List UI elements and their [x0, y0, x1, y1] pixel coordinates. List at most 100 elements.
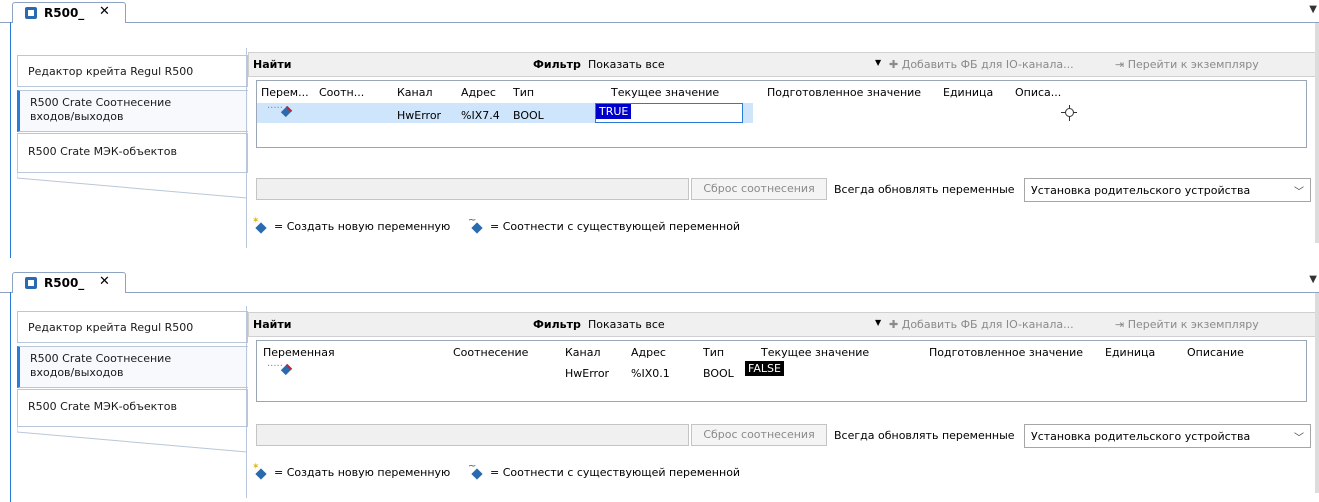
always-update-value: Установка родительского устройства	[1031, 184, 1251, 197]
document-tab[interactable]: R500_ ✕	[12, 272, 126, 293]
io-mapping-content: Найти Фильтр Показать все ▼ ✚ Добавить Ф…	[248, 312, 1319, 502]
editor-panel-2: R500_ ✕ ▼ Редактор крейта Regul R500 R50…	[0, 270, 1319, 502]
chevron-down-icon[interactable]: ▼	[1309, 4, 1317, 15]
io-mapping-content: Найти Фильтр Показать все ▼ ✚ Добавить Ф…	[248, 52, 1319, 258]
column-header-variable[interactable]: Перем...	[261, 86, 309, 99]
column-header-prepared-value[interactable]: Подготовленное значение	[929, 346, 1083, 359]
column-header-current-value[interactable]: Текущее значение	[611, 86, 719, 99]
legend-map-text: = Соотнести с существующей переменной	[490, 220, 741, 233]
column-header-mapping[interactable]: Соотнесение	[453, 346, 528, 359]
document-tab-title: R500_	[44, 6, 85, 20]
crosshair-cursor-icon	[1061, 105, 1077, 121]
toolbar: Найти Фильтр Показать все ▼ ✚ Добавить Ф…	[248, 52, 1316, 77]
legend-create-text: = Создать новую переменную	[274, 466, 451, 479]
sidebar-item-label: R500 Crate Соотнесение входов/выходов	[30, 96, 172, 123]
goto-instance-label: Перейти к экземпляру	[1127, 58, 1259, 71]
scrollbar[interactable]	[1315, 23, 1319, 243]
chevron-down-icon: ﹀	[1294, 187, 1304, 198]
filter-select[interactable]: Показать все	[584, 55, 874, 73]
filter-label: Фильтр	[533, 58, 581, 71]
panel-border	[10, 22, 11, 258]
filter-label: Фильтр	[533, 318, 581, 331]
goto-instance-button[interactable]: ⇥ Перейти к экземпляру	[1115, 58, 1259, 71]
sidebar-item-io-mapping[interactable]: R500 Crate Соотнесение входов/выходов	[17, 346, 250, 388]
column-header-unit[interactable]: Единица	[1105, 346, 1155, 359]
find-label[interactable]: Найти	[253, 318, 291, 331]
create-variable-icon	[252, 462, 268, 479]
sidebar-item-label: Редактор крейта Regul R500	[28, 321, 194, 334]
close-icon[interactable]: ✕	[99, 274, 110, 289]
column-header-current-value[interactable]: Текущее значение	[761, 346, 869, 359]
sidebar-item-label: R500 Crate МЭК-объектов	[28, 400, 177, 413]
always-update-label: Всегда обновлять переменные	[834, 183, 1015, 196]
reset-mapping-button[interactable]: Сброс соотнесения	[691, 178, 827, 200]
column-header-description[interactable]: Описа...	[1015, 86, 1061, 99]
add-fb-label: Добавить ФБ для IO-канала...	[901, 318, 1074, 331]
cell-type: BOOL	[513, 109, 544, 122]
goto-instance-label: Перейти к экземпляру	[1127, 318, 1259, 331]
always-update-select[interactable]: Установка родительского устройства ﹀	[1024, 178, 1311, 202]
column-header-channel[interactable]: Канал	[397, 86, 433, 99]
always-update-select[interactable]: Установка родительского устройства ﹀	[1024, 424, 1311, 448]
sidebar-tail	[17, 170, 248, 199]
chevron-down-icon[interactable]: ▼	[1309, 274, 1317, 285]
device-icon	[25, 277, 37, 289]
column-header-type[interactable]: Тип	[513, 86, 534, 99]
cell-type: BOOL	[703, 367, 734, 380]
device-icon	[25, 7, 37, 19]
always-update-value: Установка родительского устройства	[1031, 430, 1251, 443]
close-icon[interactable]: ✕	[99, 4, 110, 19]
sidebar-item-io-mapping[interactable]: R500 Crate Соотнесение входов/выходов	[17, 90, 250, 132]
sidebar-item-label: Редактор крейта Regul R500	[28, 65, 194, 78]
mapping-icon[interactable]	[267, 361, 291, 375]
current-value-text: FALSE	[745, 361, 784, 376]
sidebar-divider	[246, 306, 247, 498]
cell-address: %IX7.4	[461, 109, 500, 122]
document-tab-title: R500_	[44, 276, 85, 290]
column-header-variable[interactable]: Переменная	[263, 346, 335, 359]
sidebar-item-iec-objects[interactable]: R500 Crate МЭК-объектов	[17, 133, 248, 173]
map-variable-icon	[468, 215, 484, 233]
panel-separator	[0, 258, 1319, 270]
toolbar: Найти Фильтр Показать все ▼ ✚ Добавить Ф…	[248, 312, 1316, 337]
cell-channel: HwError	[397, 109, 442, 122]
scrollbar[interactable]	[1315, 293, 1319, 493]
always-update-label: Всегда обновлять переменные	[834, 429, 1015, 442]
add-fb-button[interactable]: ✚ Добавить ФБ для IO-канала...	[889, 318, 1074, 331]
reset-mapping-button[interactable]: Сброс соотнесения	[691, 424, 827, 446]
filter-value: Показать все	[588, 318, 665, 331]
io-mapping-table: Переменная Соотнесение Канал Адрес Тип Т…	[256, 340, 1307, 402]
column-header-address[interactable]: Адрес	[461, 86, 496, 99]
find-label[interactable]: Найти	[253, 58, 291, 71]
legend-map-existing: = Соотнести с существующей переменной	[468, 461, 741, 479]
add-fb-button[interactable]: ✚ Добавить ФБ для IO-канала...	[889, 58, 1074, 71]
map-variable-icon	[468, 461, 484, 479]
filter-value: Показать все	[588, 58, 665, 71]
column-header-type[interactable]: Тип	[703, 346, 724, 359]
cell-current-value[interactable]: FALSE	[745, 361, 805, 379]
mapping-path-field	[256, 178, 689, 200]
mapping-path-field	[256, 424, 689, 446]
sidebar-item-iec-objects[interactable]: R500 Crate МЭК-объектов	[17, 389, 248, 427]
chevron-down-icon[interactable]: ▼	[875, 58, 881, 67]
cell-current-value[interactable]: TRUE	[595, 103, 743, 123]
chevron-down-icon[interactable]: ▼	[875, 318, 881, 327]
column-header-address[interactable]: Адрес	[631, 346, 666, 359]
column-header-channel[interactable]: Канал	[565, 346, 601, 359]
goto-instance-button[interactable]: ⇥ Перейти к экземпляру	[1115, 318, 1259, 331]
legend-map-text: = Соотнести с существующей переменной	[490, 466, 741, 479]
add-fb-label: Добавить ФБ для IO-канала...	[901, 58, 1074, 71]
column-header-description[interactable]: Описание	[1187, 346, 1244, 359]
column-header-mapping[interactable]: Соотн...	[319, 86, 364, 99]
sidebar-item-crate-editor[interactable]: Редактор крейта Regul R500	[17, 311, 248, 343]
sidebar-item-label: R500 Crate Соотнесение входов/выходов	[30, 352, 172, 379]
legend-map-existing: = Соотнести с существующей переменной	[468, 215, 741, 233]
legend-create-text: = Создать новую переменную	[274, 220, 451, 233]
filter-select[interactable]: Показать все	[584, 315, 874, 333]
column-header-prepared-value[interactable]: Подготовленное значение	[767, 86, 921, 99]
sidebar-item-label: R500 Crate МЭК-объектов	[28, 145, 177, 158]
mapping-icon[interactable]	[267, 103, 291, 117]
sidebar-item-crate-editor[interactable]: Редактор крейта Regul R500	[17, 55, 248, 87]
column-header-unit[interactable]: Единица	[943, 86, 993, 99]
document-tab[interactable]: R500_ ✕	[12, 2, 126, 23]
